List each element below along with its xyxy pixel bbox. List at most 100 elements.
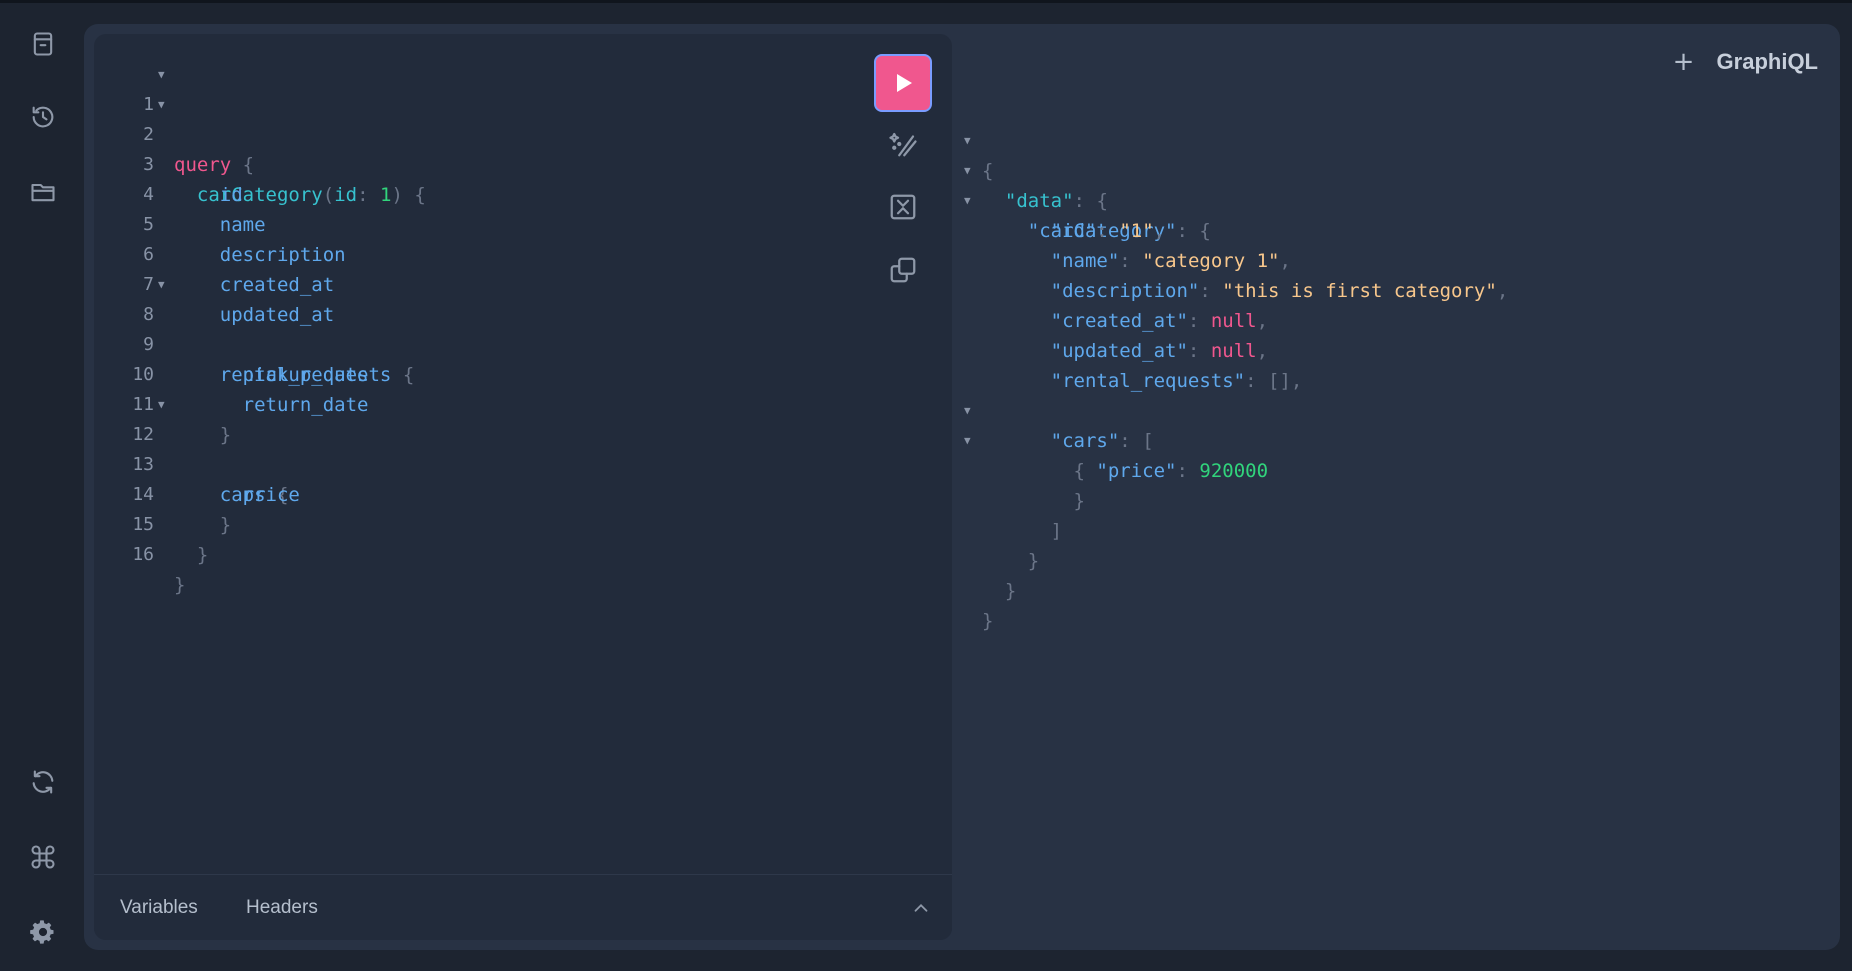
explorer-icon[interactable] xyxy=(22,171,64,213)
fold-icon[interactable]: ▼ xyxy=(158,60,165,90)
comma: , xyxy=(1496,280,1509,302)
brace: } xyxy=(219,424,232,446)
paren: ) xyxy=(391,184,403,206)
json-key: "created_at" xyxy=(1050,310,1188,332)
code-line: 12 ▼ cars { xyxy=(94,390,288,506)
response-line: "created_at": null, xyxy=(964,276,1268,332)
window-top-border xyxy=(0,0,1852,3)
brace: { xyxy=(402,364,415,386)
comma: , xyxy=(1279,250,1291,272)
colon: : xyxy=(1176,460,1188,482)
json-string: "1" xyxy=(1119,220,1154,242)
shortcuts-icon[interactable] xyxy=(22,836,64,878)
response-line: ▼ { xyxy=(964,396,1085,482)
brace: { xyxy=(1096,190,1108,212)
colon: : xyxy=(1073,190,1085,212)
colon: : xyxy=(1176,220,1188,242)
chevron-up-icon[interactable] xyxy=(910,897,932,919)
response-panel: + GraphiQL ▼ { ▼ "data": { ▼ "carCategor… xyxy=(964,24,1840,950)
response-line: "rental_requests": [], xyxy=(964,336,1303,392)
main-panel: 1 ▼ query { 2 ▼ carCategory(id: 1) { 3 i… xyxy=(84,24,1840,950)
brace: } xyxy=(174,574,186,596)
argument-value: 1 xyxy=(379,184,392,206)
brace: } xyxy=(219,514,232,536)
response-line: "description": "this is first category", xyxy=(964,246,1509,302)
response-line: } xyxy=(964,546,1056,602)
response-line: "id": "1", xyxy=(964,186,1165,242)
tab-headers[interactable]: Headers xyxy=(246,897,318,919)
brace: } xyxy=(982,610,994,632)
colon: : xyxy=(1187,310,1200,332)
colon: : xyxy=(357,184,369,206)
merge-fragments-icon[interactable] xyxy=(883,187,923,227)
json-key: "rental_requests" xyxy=(1050,370,1246,392)
code-line: 13 price xyxy=(94,420,300,506)
code-line: 5 description xyxy=(94,180,345,266)
json-null: null xyxy=(1210,340,1257,362)
json-key: "description" xyxy=(1050,280,1200,302)
response-line: ▼ "cars": [ xyxy=(964,366,1154,452)
comma: , xyxy=(1256,310,1269,332)
fold-icon[interactable]: ▼ xyxy=(158,390,165,420)
code-line: 11 } xyxy=(94,360,231,446)
history-icon[interactable] xyxy=(22,96,64,138)
argument-name: id xyxy=(334,184,358,206)
header: + GraphiQL xyxy=(1669,44,1818,80)
fold-icon[interactable]: ▼ xyxy=(158,270,165,300)
code-line: 9 pickup_date xyxy=(94,300,368,386)
sidebar xyxy=(0,3,84,971)
fold-icon[interactable]: ▼ xyxy=(158,90,165,120)
add-tab-icon[interactable]: + xyxy=(1669,47,1699,77)
line-number: 16 xyxy=(132,544,154,565)
json-key: "cars" xyxy=(1050,430,1120,452)
tab-variables[interactable]: Variables xyxy=(120,897,198,919)
field-name: id xyxy=(219,184,243,206)
response-line: "name": "category 1", xyxy=(964,216,1291,272)
response-line: } xyxy=(964,576,1056,632)
json-key: "id" xyxy=(1050,220,1097,242)
json-number: 920000 xyxy=(1199,460,1269,482)
comma: , xyxy=(1290,370,1303,392)
colon: : xyxy=(1187,340,1200,362)
brace: { xyxy=(1199,220,1211,242)
field-name: updated_at xyxy=(219,304,335,326)
json-string: "this is first category" xyxy=(1222,280,1497,302)
response-line: ▼ "data": { xyxy=(964,126,1108,212)
comma: , xyxy=(1256,340,1269,362)
code-line: 15 } xyxy=(94,480,208,566)
code-line: 7 updated_at xyxy=(94,240,334,326)
colon: : xyxy=(1096,220,1108,242)
colon: : xyxy=(1199,280,1211,302)
response-line: ] xyxy=(964,486,1062,542)
refetch-schema-icon[interactable] xyxy=(22,761,64,803)
json-string: "category 1" xyxy=(1142,250,1280,272)
query-editor[interactable]: 1 ▼ query { 2 ▼ carCategory(id: 1) { 3 i… xyxy=(94,34,952,874)
code-line: 6 created_at xyxy=(94,210,334,296)
response-line: } xyxy=(964,516,1056,572)
code-line: 3 id xyxy=(94,120,243,206)
brace: } xyxy=(1073,490,1085,512)
code-line: 4 name xyxy=(94,150,265,236)
settings-icon[interactable] xyxy=(22,911,64,953)
field-name: description xyxy=(219,244,346,266)
json-array: [] xyxy=(1268,370,1291,392)
colon: : xyxy=(1119,430,1131,452)
query-code: 1 ▼ query { 2 ▼ carCategory(id: 1) { 3 i… xyxy=(94,60,425,596)
execute-query-button[interactable] xyxy=(874,54,932,112)
json-null: null xyxy=(1210,310,1257,332)
docs-icon[interactable] xyxy=(22,23,64,65)
code-line: 10 return_date xyxy=(94,330,368,416)
copy-query-icon[interactable] xyxy=(883,250,923,290)
prettify-icon[interactable] xyxy=(883,124,923,164)
play-icon xyxy=(897,74,912,92)
field-name: return_date xyxy=(242,394,369,416)
brace: { xyxy=(242,154,255,176)
code-line: 1 ▼ query { xyxy=(94,60,254,176)
json-key: "name" xyxy=(1050,250,1120,272)
graphiql-logo: GraphiQL xyxy=(1716,49,1818,74)
paren: ( xyxy=(322,184,335,206)
code-line: 14 } xyxy=(94,450,231,536)
response-line: } xyxy=(964,456,1085,512)
field-name: price xyxy=(242,484,300,506)
query-editor-panel: 1 ▼ query { 2 ▼ carCategory(id: 1) { 3 i… xyxy=(94,34,952,940)
